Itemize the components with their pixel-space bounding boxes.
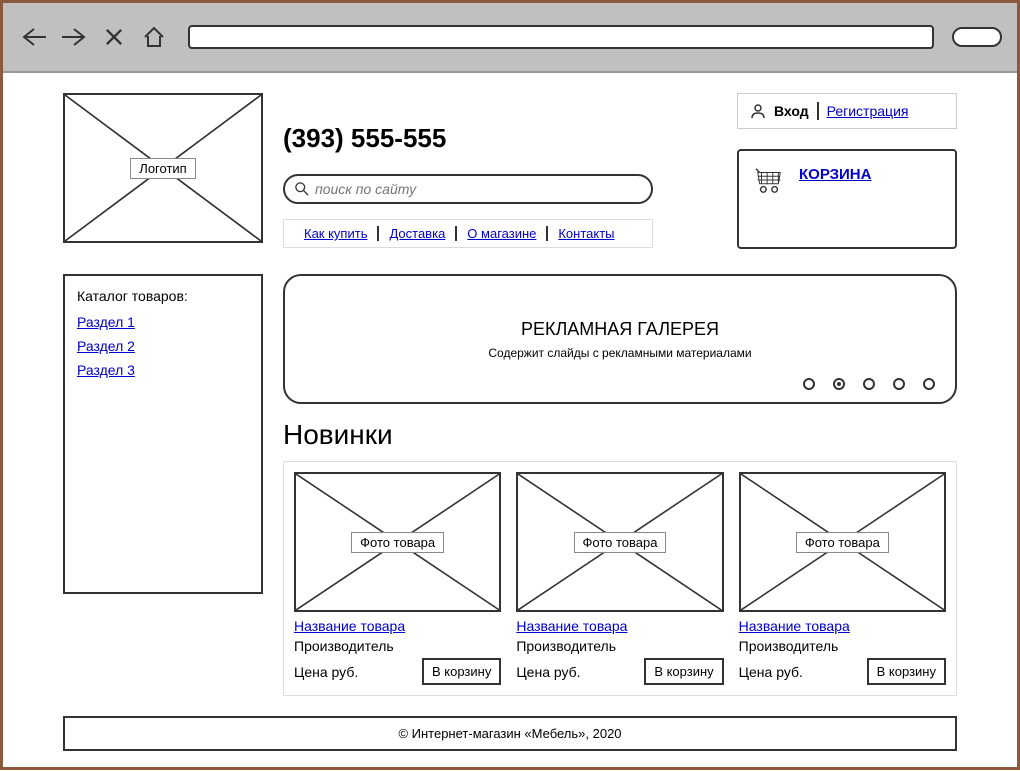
link-contacts[interactable]: Контакты	[548, 226, 624, 241]
product-maker: Производитель	[516, 638, 723, 654]
product-price: Цена руб.	[739, 664, 803, 680]
url-bar[interactable]	[188, 25, 934, 49]
product-image[interactable]: Фото товара	[739, 472, 946, 612]
product-card: Фото товара Название товара Производител…	[294, 472, 501, 685]
cart-box[interactable]: КОРЗИНА	[737, 149, 957, 249]
back-button[interactable]	[18, 23, 50, 51]
gallery-dot-4[interactable]	[923, 378, 935, 390]
add-to-cart-button[interactable]: В корзину	[422, 658, 501, 685]
product-name-link[interactable]: Название товара	[739, 618, 946, 634]
gallery-dot-0[interactable]	[803, 378, 815, 390]
product-maker: Производитель	[294, 638, 501, 654]
forward-button[interactable]	[58, 23, 90, 51]
gallery-title: РЕКЛАМНАЯ ГАЛЕРЕЯ	[521, 319, 719, 340]
product-image-label: Фото товара	[574, 532, 667, 553]
gallery-subtitle: Содержит слайды с рекламными материалами	[488, 346, 751, 360]
logo-label: Логотип	[130, 158, 195, 179]
ad-gallery[interactable]: РЕКЛАМНАЯ ГАЛЕРЕЯ Содержит слайды с рекл…	[283, 274, 957, 404]
user-icon	[750, 103, 766, 119]
add-to-cart-button[interactable]: В корзину	[644, 658, 723, 685]
link-how-to-buy[interactable]: Как купить	[294, 226, 379, 241]
phone-number: (393) 555-555	[283, 123, 717, 154]
catalog-item-2[interactable]: Раздел 2	[77, 338, 249, 354]
product-name-link[interactable]: Название товара	[294, 618, 501, 634]
gallery-dot-2[interactable]	[863, 378, 875, 390]
product-image[interactable]: Фото товара	[516, 472, 723, 612]
product-card: Фото товара Название товара Производител…	[739, 472, 946, 685]
link-delivery[interactable]: Доставка	[379, 226, 457, 241]
catalog-title: Каталог товаров:	[77, 288, 249, 304]
logo[interactable]: Логотип	[63, 93, 263, 243]
product-maker: Производитель	[739, 638, 946, 654]
product-image-label: Фото товара	[351, 532, 444, 553]
add-to-cart-button[interactable]: В корзину	[867, 658, 946, 685]
footer: © Интернет-магазин «Мебель», 2020	[63, 716, 957, 751]
gallery-dot-3[interactable]	[893, 378, 905, 390]
cart-link[interactable]: КОРЗИНА	[799, 166, 871, 183]
auth-box: Вход Регистрация	[737, 93, 957, 129]
register-link[interactable]: Регистрация	[827, 103, 909, 119]
browser-search[interactable]	[952, 27, 1002, 47]
product-card: Фото товара Название товара Производител…	[516, 472, 723, 685]
catalog-item-1[interactable]: Раздел 1	[77, 314, 249, 330]
search-icon	[295, 182, 309, 196]
home-button[interactable]	[138, 23, 170, 51]
product-name-link[interactable]: Название товара	[516, 618, 723, 634]
cart-icon	[754, 166, 784, 194]
product-list: Фото товара Название товара Производител…	[283, 461, 957, 696]
site-search[interactable]	[283, 174, 653, 204]
catalog-item-3[interactable]: Раздел 3	[77, 362, 249, 378]
product-image-label: Фото товара	[796, 532, 889, 553]
login-link[interactable]: Вход	[774, 103, 809, 119]
browser-toolbar	[3, 3, 1017, 73]
auth-divider	[817, 102, 819, 120]
search-input[interactable]	[315, 181, 641, 197]
info-links: Как купить Доставка О магазине Контакты	[283, 219, 653, 248]
novelties-title: Новинки	[283, 419, 957, 451]
gallery-dots	[803, 378, 935, 390]
link-about[interactable]: О магазине	[457, 226, 548, 241]
gallery-dot-1[interactable]	[833, 378, 845, 390]
stop-button[interactable]	[98, 23, 130, 51]
product-price: Цена руб.	[294, 664, 358, 680]
product-price: Цена руб.	[516, 664, 580, 680]
product-image[interactable]: Фото товара	[294, 472, 501, 612]
catalog-sidebar: Каталог товаров: Раздел 1 Раздел 2 Разде…	[63, 274, 263, 594]
